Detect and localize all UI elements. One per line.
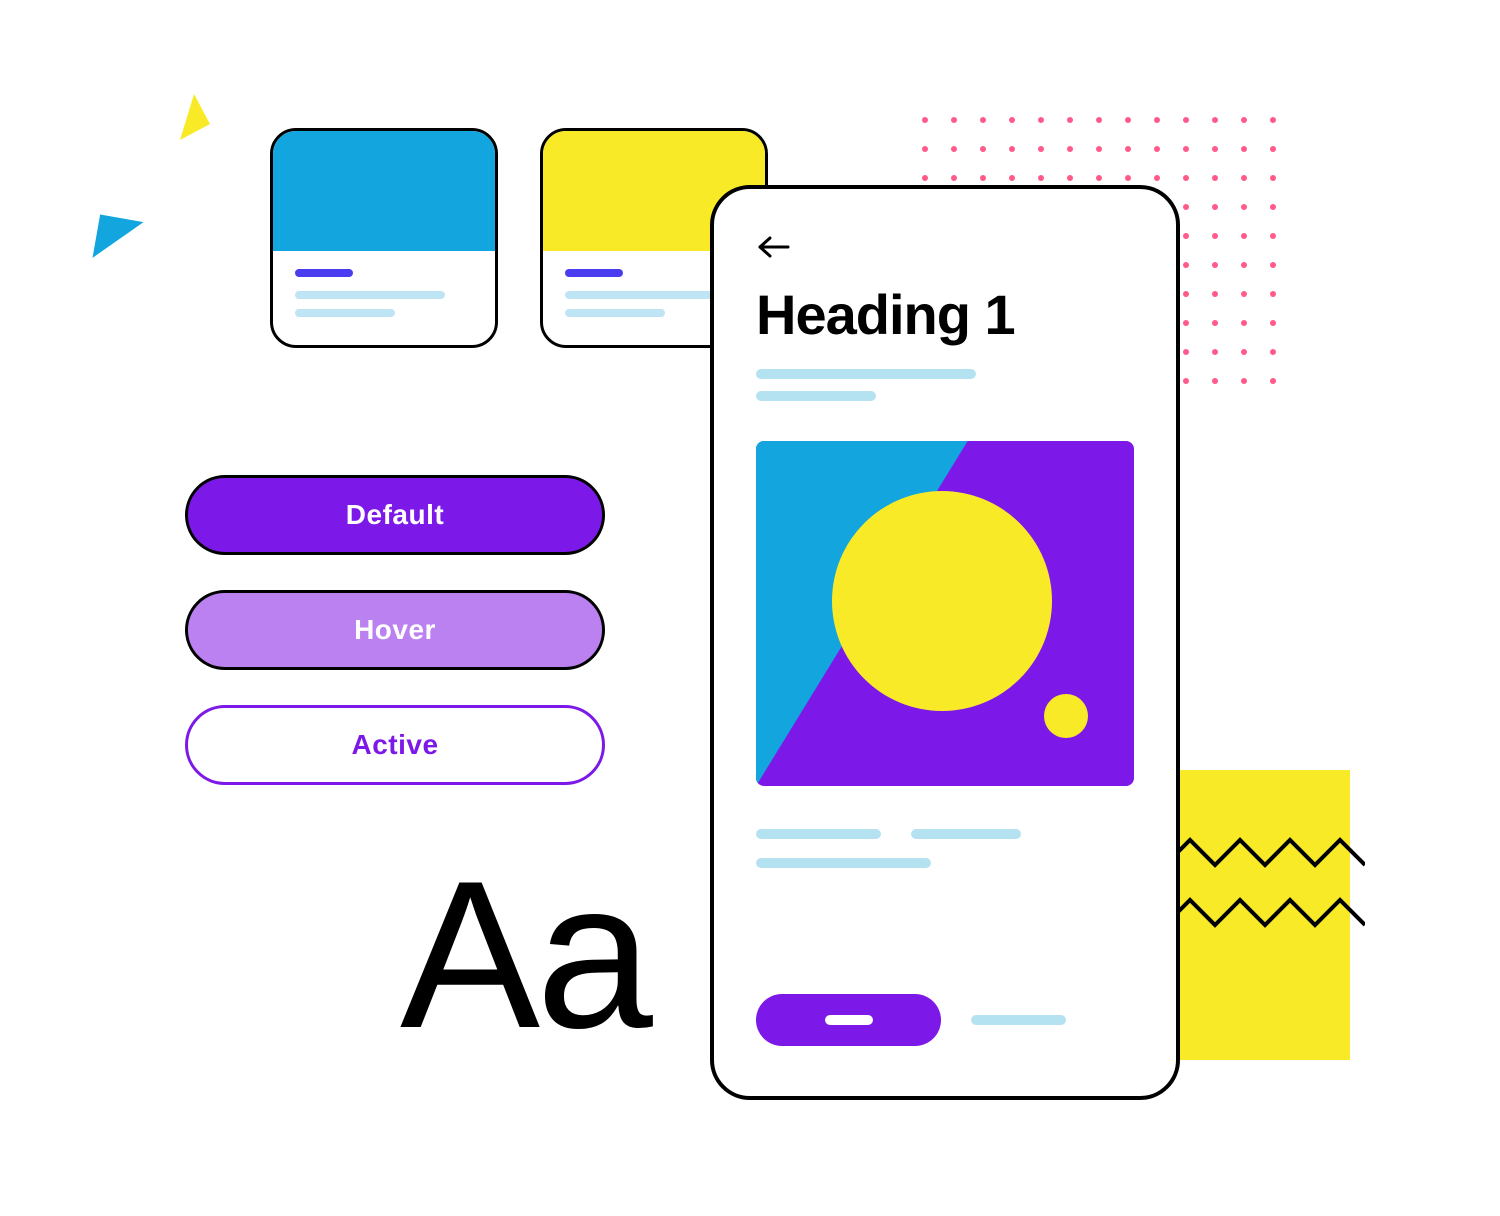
button-label: Default	[346, 499, 444, 531]
placeholder-line	[756, 858, 931, 868]
placeholder-line	[295, 309, 395, 317]
blue-triangle-decoration	[93, 215, 144, 266]
typography-sample: Aa	[400, 850, 649, 1060]
placeholder-line	[756, 829, 881, 839]
placeholder-line	[825, 1015, 873, 1025]
placeholder-line	[295, 291, 445, 299]
cta-button[interactable]	[756, 994, 941, 1046]
placeholder-line	[565, 269, 623, 277]
button-state-active[interactable]: Active	[185, 705, 605, 785]
hero-yellow-circle-small	[1044, 694, 1088, 738]
placeholder-line	[565, 309, 665, 317]
swatch-color-block	[273, 131, 495, 251]
page-heading: Heading 1	[756, 282, 1134, 347]
placeholder-line	[756, 391, 876, 401]
button-state-hover[interactable]: Hover	[185, 590, 605, 670]
placeholder-line	[971, 1015, 1066, 1025]
hero-yellow-circle	[832, 491, 1052, 711]
button-label: Hover	[354, 614, 436, 646]
hero-illustration	[756, 441, 1134, 786]
yellow-triangle-decoration	[164, 94, 210, 140]
color-swatch-card-blue	[270, 128, 498, 348]
placeholder-line	[565, 291, 715, 299]
placeholder-line	[911, 829, 1021, 839]
button-state-default[interactable]: Default	[185, 475, 605, 555]
placeholder-line	[295, 269, 353, 277]
zigzag-line-decoration	[1165, 835, 1365, 875]
back-arrow-icon[interactable]	[756, 235, 792, 259]
button-label: Active	[351, 729, 438, 761]
placeholder-line	[756, 369, 976, 379]
phone-mockup: Heading 1	[710, 185, 1180, 1100]
zigzag-line-decoration	[1165, 895, 1365, 935]
